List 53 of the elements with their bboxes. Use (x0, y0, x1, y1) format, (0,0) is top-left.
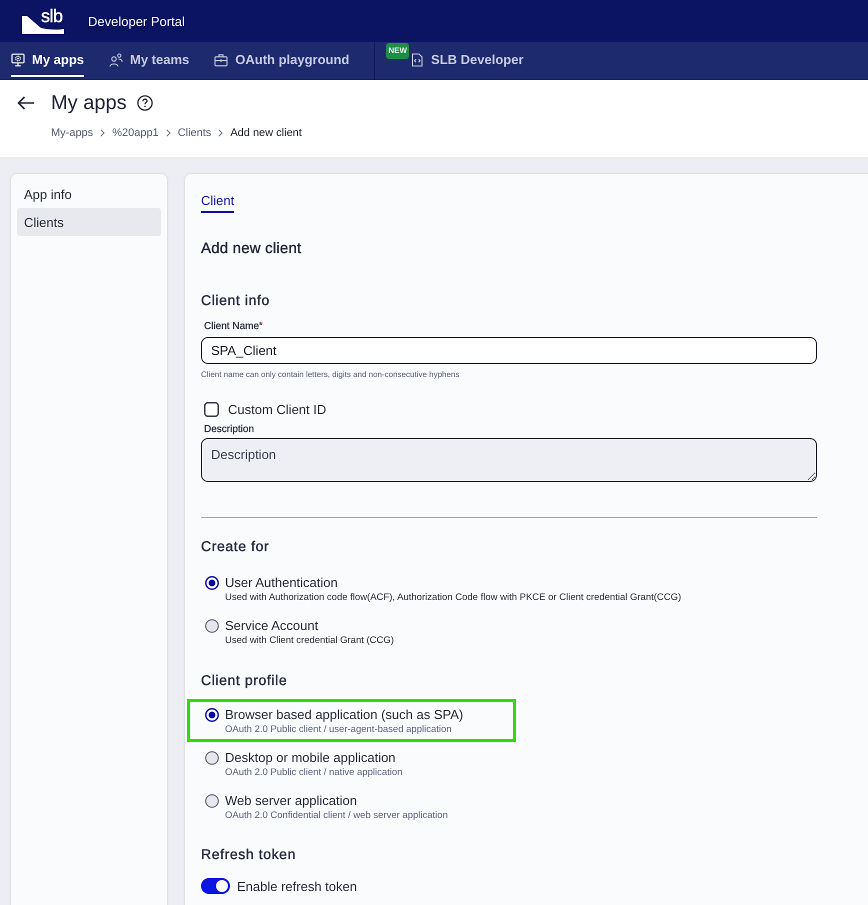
section-heading: Create for (201, 537, 270, 555)
radio-button[interactable] (205, 576, 219, 590)
option-description: Used with Authorization code flow(ACF), Authorization Code flow with PKCE or Client credential Grant(CCG) (225, 592, 682, 604)
toggle-switch[interactable] (201, 878, 230, 894)
chevron-right-icon (100, 129, 106, 137)
sidebar-item[interactable]: Clients (17, 208, 161, 236)
nav-tab[interactable]: OAuth playground (214, 42, 350, 77)
form-tab[interactable]: Client (201, 193, 234, 213)
radio-label[interactable]: Web server application (225, 793, 357, 809)
monitor-gear-icon (11, 52, 25, 66)
radio-label[interactable]: User Authentication (225, 575, 338, 591)
chevron-right-icon (166, 129, 171, 137)
breadcrumb-current-page: Add new client (230, 126, 302, 140)
description-field[interactable]: Description (201, 438, 817, 482)
back-arrow-icon[interactable] (17, 96, 35, 110)
breadcrumb-link[interactable]: My-apps (51, 126, 94, 140)
logo-text: slb (41, 6, 63, 26)
people-icon (109, 52, 124, 66)
option-description: OAuth 2.0 Public client / native application (225, 767, 402, 779)
radio-button[interactable] (205, 619, 219, 633)
radio-button[interactable] (205, 751, 219, 765)
nav-tab[interactable]: My teams (109, 42, 190, 77)
new-badge: NEW (386, 43, 410, 59)
field-label: Client Name* (203, 321, 263, 333)
nav-tab[interactable]: My apps (11, 42, 84, 77)
breadcrumb-link[interactable]: Clients (178, 126, 212, 140)
field-hint: Client name can only contain letters, digits and non-consecutive hyphens (201, 370, 460, 380)
breadcrumb-link[interactable]: %20app1 (112, 126, 159, 140)
toggle-label[interactable]: Enable refresh token (237, 878, 357, 894)
radio-label[interactable]: Desktop or mobile application (225, 750, 396, 766)
section-heading: Client profile (201, 671, 288, 689)
sidebar-item[interactable]: App info (17, 180, 161, 208)
section-heading: Refresh token (201, 845, 296, 863)
briefcase-icon (214, 52, 228, 66)
form-title: Add new client (201, 239, 302, 259)
option-description: OAuth 2.0 Confidential client / web server application (225, 810, 448, 822)
checkbox-label[interactable]: Custom Client ID (228, 402, 326, 416)
radio-label[interactable]: Browser based application (such as SPA) (225, 707, 464, 723)
checkbox[interactable] (204, 402, 219, 416)
portal-title: Developer Portal (88, 14, 185, 28)
section-heading: Client info (201, 291, 270, 309)
radio-button[interactable] (205, 708, 219, 722)
radio-label[interactable]: Service Account (225, 618, 318, 634)
nav-link[interactable]: SLB Developer (410, 42, 524, 77)
help-icon[interactable] (136, 95, 153, 111)
page-title: My apps (51, 91, 127, 115)
code-document-icon (410, 52, 424, 66)
input-field[interactable]: SPA_Client (201, 337, 817, 364)
field-label: Description (203, 424, 254, 436)
option-description: Used with Client credential Grant (CCG) (225, 635, 394, 647)
chevron-right-icon (218, 129, 224, 137)
radio-button[interactable] (205, 794, 219, 808)
option-description: OAuth 2.0 Public client / user-agent-based application (225, 724, 452, 736)
